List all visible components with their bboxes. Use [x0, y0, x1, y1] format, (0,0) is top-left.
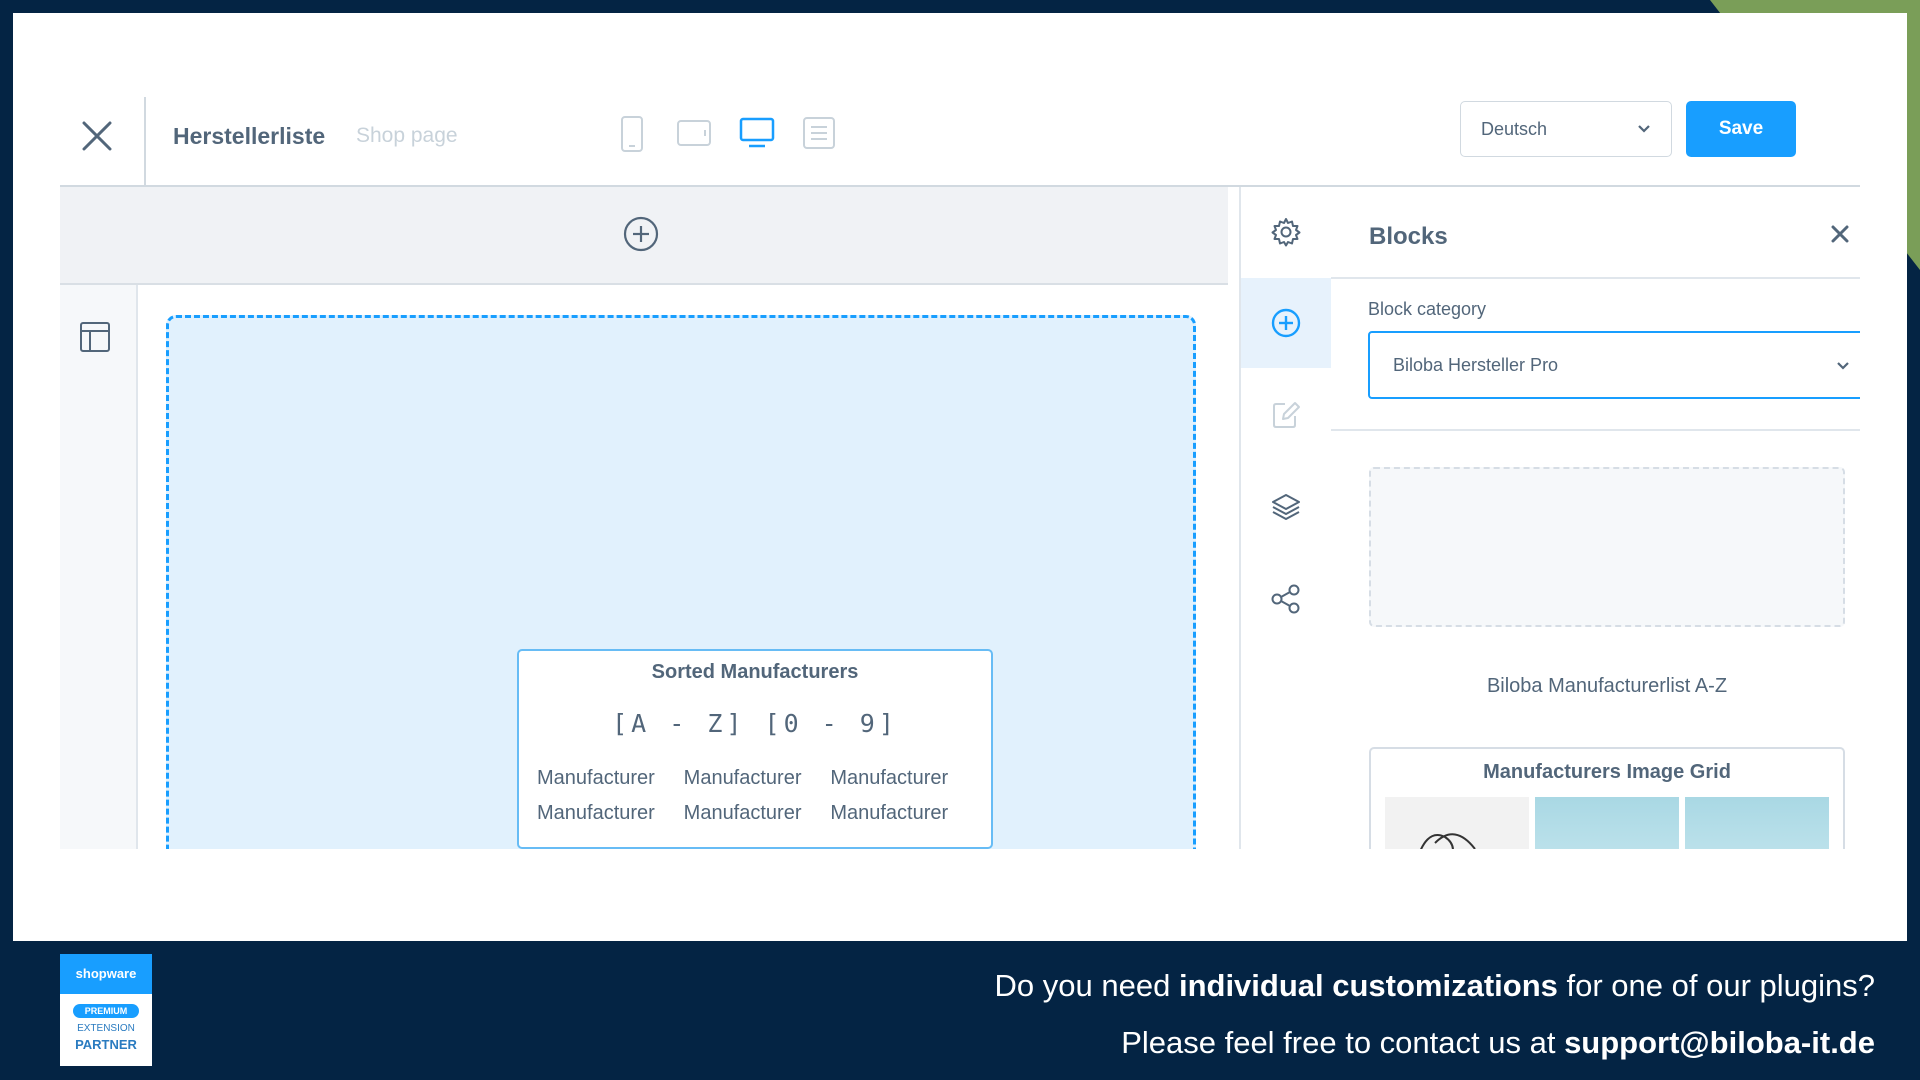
manufacturer-item: Manufacturer: [537, 767, 655, 789]
footer-text: Do you need: [994, 968, 1179, 1003]
block-title: Manufacturers Image Grid: [1483, 761, 1731, 783]
language-value: Deutsch: [1481, 119, 1548, 139]
badge-line2: EXTENSION: [77, 1023, 135, 1034]
tab-share[interactable]: [1241, 554, 1331, 644]
tablet-icon[interactable]: [676, 119, 712, 147]
footer-emphasis: individual customizations: [1178, 968, 1558, 1003]
panel-header: Blocks: [1331, 187, 1860, 279]
add-block-icon: [1271, 308, 1301, 338]
block-category-value: Biloba Hersteller Pro: [1393, 355, 1559, 375]
manufacturer-item: Manufacturer: [683, 767, 802, 789]
add-section-icon[interactable]: [622, 215, 660, 253]
block-preview-card[interactable]: Sorted Manufacturers [A - Z] [0 - 9] Man…: [517, 649, 993, 849]
footer-line-2: Please feel free to contact us at suppor…: [1121, 1025, 1875, 1061]
blocks-panel: Blocks Block category Biloba Hersteller …: [1331, 187, 1860, 849]
tab-edit[interactable]: [1241, 370, 1331, 460]
page-type: Shop page: [356, 124, 458, 147]
footer-text: for one of our plugins?: [1557, 968, 1876, 1003]
toolbar-divider: [144, 97, 146, 185]
grid-image-tile: [1385, 797, 1529, 849]
save-button[interactable]: Save: [1686, 101, 1796, 157]
preview-title: Sorted Manufacturers: [651, 661, 859, 683]
block-label: Biloba Manufacturerlist A-Z: [1486, 675, 1728, 697]
chevron-down-icon: [1638, 125, 1650, 133]
manufacturer-item: Manufacturer: [830, 802, 949, 824]
editor-stage: Sorted Manufacturers [A - Z] [0 - 9] Man…: [60, 187, 1860, 849]
edit-icon: [1273, 402, 1300, 428]
layout-icon[interactable]: [79, 321, 111, 353]
mobile-icon[interactable]: [620, 115, 644, 153]
block-category-label: Block category: [1368, 299, 1487, 319]
tab-settings[interactable]: [1241, 187, 1331, 277]
close-icon[interactable]: [1831, 225, 1849, 243]
section-sidebar: [60, 285, 138, 849]
tab-layers[interactable]: [1241, 462, 1331, 552]
grid-image-tile: [1685, 797, 1829, 849]
support-email[interactable]: support@biloba-it.de: [1564, 1025, 1875, 1060]
panel-title: Blocks: [1369, 223, 1448, 250]
footer-line-1: Do you need individual customizations fo…: [995, 968, 1875, 1004]
shopware-partner-badge: shopware PREMIUM EXTENSION PARTNER: [60, 954, 152, 1066]
share-icon: [1271, 584, 1300, 614]
chevron-down-icon: [1837, 362, 1849, 370]
grid-image-tile: [1535, 797, 1679, 849]
settings-icon: [1271, 218, 1301, 247]
manufacturer-item: Manufacturer: [683, 802, 802, 824]
footer-text: Please feel free to contact us at: [1121, 1025, 1565, 1060]
page-title: Herstellerliste: [173, 123, 326, 149]
app-frame: Herstellerliste Shop page Deutsch Save S…: [13, 13, 1907, 941]
preview-range: [A - Z] [0 - 9]: [612, 709, 898, 738]
headphones-image: [1420, 833, 1476, 849]
manufacturer-item: Manufacturer: [537, 802, 655, 824]
desktop-icon[interactable]: [739, 117, 775, 149]
close-icon[interactable]: [80, 119, 114, 153]
form-icon[interactable]: [802, 116, 836, 150]
block-thumbnail-manufacturerlist[interactable]: [1369, 467, 1845, 627]
block-thumbnail-image-grid[interactable]: Manufacturers Image Grid: [1369, 747, 1845, 849]
language-select[interactable]: Deutsch: [1460, 101, 1672, 157]
preview-manufacturer-grid: Manufacturer Manufacturer Manufacturer M…: [537, 767, 977, 825]
badge-line3: PARTNER: [75, 1037, 137, 1052]
shopware-logo: shopware: [75, 966, 137, 981]
badge-brand-bar: shopware: [60, 954, 152, 994]
panel-divider: [1331, 429, 1860, 431]
tab-add-blocks[interactable]: [1241, 278, 1331, 368]
badge-tier: PREMIUM: [73, 1004, 139, 1018]
add-section-bar: [60, 187, 1228, 285]
sidebar-tabs: [1239, 187, 1333, 849]
manufacturer-item: Manufacturer: [830, 767, 949, 789]
toolbar: Herstellerliste Shop page Deutsch Save: [60, 85, 1860, 187]
layers-icon: [1272, 494, 1300, 520]
block-category-select[interactable]: Biloba Hersteller Pro: [1368, 331, 1860, 399]
